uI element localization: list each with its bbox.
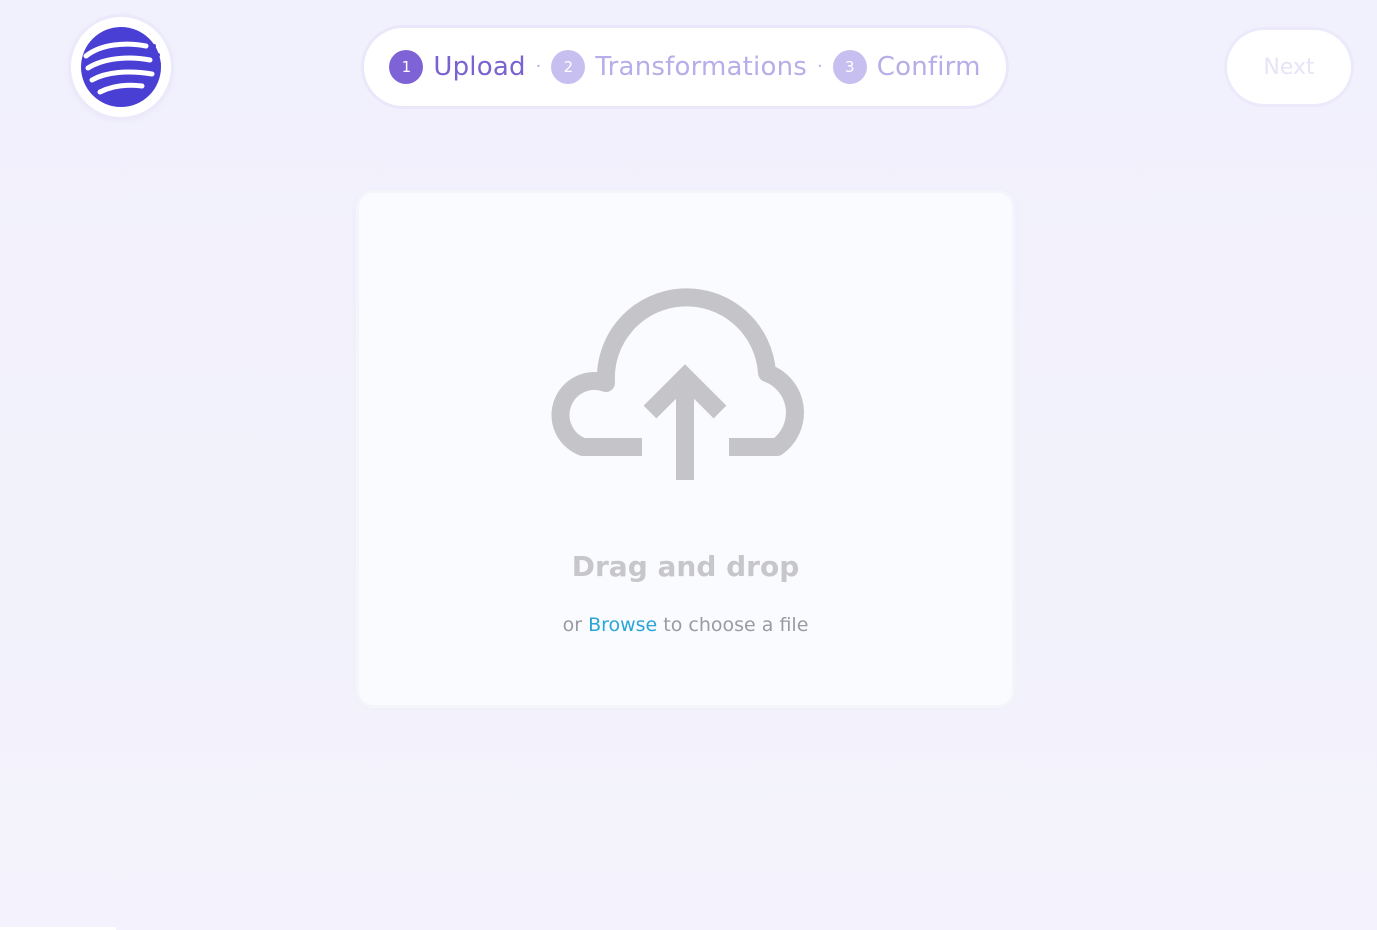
- dropzone-title: Drag and drop: [571, 550, 800, 583]
- step-number-badge: 1: [389, 50, 424, 84]
- step-transformations[interactable]: 2 Transformations: [551, 50, 807, 84]
- browse-link[interactable]: Browse: [588, 614, 657, 636]
- globe-lines-logo-icon: [81, 27, 161, 107]
- subtitle-suffix: to choose a file: [663, 614, 809, 636]
- step-confirm[interactable]: 3 Confirm: [832, 50, 981, 84]
- step-label: Upload: [433, 52, 526, 82]
- step-label: Confirm: [876, 52, 981, 82]
- dropzone-subtitle: or Browse to choose a file: [359, 614, 1012, 636]
- step-label: Transformations: [595, 52, 808, 82]
- step-separator: ·: [535, 56, 542, 77]
- cloud-upload-icon: [551, 288, 804, 480]
- subtitle-prefix: or: [562, 614, 583, 636]
- progress-stepper: 1 Upload · 2 Transformations · 3 Confirm: [364, 28, 1006, 106]
- app-logo[interactable]: [71, 17, 171, 117]
- step-number-badge: 3: [832, 50, 867, 84]
- step-separator: ·: [817, 56, 823, 77]
- step-number-badge: 2: [551, 50, 586, 84]
- step-upload[interactable]: 1 Upload: [389, 50, 525, 84]
- upload-dropzone[interactable]: Drag and drop or Browse to choose a file: [359, 193, 1012, 705]
- next-button[interactable]: Next: [1227, 30, 1351, 104]
